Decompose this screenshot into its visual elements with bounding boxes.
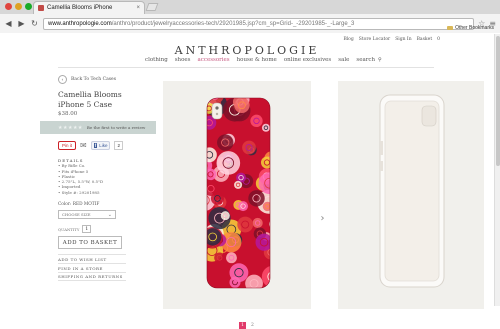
other-bookmarks-label: Other Bookmarks — [455, 25, 494, 31]
back-button[interactable]: ◀ — [4, 19, 13, 28]
tab-title: Camellia Blooms iPhone — [47, 5, 113, 11]
detail-text: Imported — [61, 184, 81, 190]
facebook-like-button[interactable]: f Like — [90, 141, 111, 150]
quantity-label: QUANTITY — [58, 226, 80, 232]
browser-tab[interactable]: Camellia Blooms iPhone × — [33, 1, 145, 14]
detail-text: Plastic — [61, 173, 76, 179]
add-to-basket-button[interactable]: ADD TO BASKET — [58, 236, 122, 249]
product-title: Camellia Blooms iPhone 5 Case — [58, 90, 122, 109]
phone-case-front-image — [206, 97, 271, 289]
facebook-like-label: Like — [99, 143, 108, 148]
back-arrow-icon: ‹ — [58, 75, 67, 84]
site-logo[interactable]: ANTHROPOLOGIE — [0, 44, 494, 57]
reload-button[interactable]: ↻ — [30, 19, 39, 28]
nav-item-house-home[interactable]: house & home — [237, 57, 277, 63]
favicon-icon — [38, 5, 44, 11]
nav-item-shoes[interactable]: shoes — [175, 57, 191, 63]
detail-text: Fits iPhone 5 — [61, 168, 89, 174]
window-controls — [5, 3, 32, 10]
nav-item-online-exclusives[interactable]: online exclusives — [284, 57, 331, 63]
web-page: Blog Store Locator Sign In Basket 0 ANTHROPO… — [0, 34, 494, 329]
url-host: www.anthropologie.com — [48, 20, 112, 27]
nav-item-search[interactable]: search — [356, 57, 375, 63]
window-close-button[interactable] — [5, 3, 12, 10]
detail-text: By Rifle Co. — [61, 163, 86, 169]
size-select-value: CHOOSE SIZE — [62, 212, 91, 217]
folder-icon — [447, 26, 454, 30]
product-color: Color: RED MOTIF — [58, 202, 100, 207]
scrollbar-thumb[interactable] — [496, 36, 500, 166]
product-price: $38.00 — [58, 111, 78, 117]
nav-item-sale[interactable]: sale — [338, 57, 349, 63]
main-nav: clothing shoes accessories house & home onli… — [145, 57, 382, 63]
utility-link[interactable]: Sign In — [395, 37, 411, 42]
utility-link[interactable]: Store Locator — [359, 37, 390, 42]
pager-item[interactable]: 1 — [239, 322, 246, 329]
product-details: DETAILS • By Rifle Co. • Fits iPhone 5 • P… — [58, 158, 103, 195]
search-icon[interactable]: ⚲ — [378, 57, 382, 63]
tab-bar: Camellia Blooms iPhone × — [0, 0, 500, 14]
nav-item-accessories[interactable]: accessories — [198, 57, 230, 63]
pager-item[interactable]: 2 — [251, 323, 254, 328]
product-image-front[interactable] — [163, 81, 311, 309]
nav-item-clothing[interactable]: clothing — [145, 57, 168, 63]
image-pager: 12 — [239, 322, 254, 329]
like-count: 2 — [114, 141, 123, 150]
review-prompt[interactable]: Be the first to write a review — [87, 125, 145, 130]
size-select[interactable]: CHOOSE SIZE ⌄ — [58, 210, 116, 219]
detail-text: Style #: 29201985 — [61, 189, 100, 195]
facebook-icon: f — [93, 143, 98, 148]
action-shipping-and-returns[interactable]: SHIPPING AND RETURNS — [58, 272, 126, 281]
other-bookmarks[interactable]: Other Bookmarks — [447, 25, 494, 31]
utility-link[interactable]: 0 — [437, 37, 440, 42]
new-tab-button[interactable] — [145, 3, 159, 11]
back-link-label: Back To Tech Cases — [71, 77, 117, 82]
back-to-tech-cases-link[interactable]: ‹ Back To Tech Cases — [58, 75, 116, 84]
vertical-scrollbar[interactable] — [494, 34, 500, 306]
browser-chrome: Camellia Blooms iPhone × ◀ ▶ ↻ www.anthr… — [0, 0, 500, 33]
pinterest-button[interactable]: Pin it — [58, 141, 77, 150]
review-bar[interactable]: ★★★★★ Be the first to write a review — [40, 121, 156, 134]
forward-button[interactable]: ▶ — [17, 19, 26, 28]
nav-divider — [58, 67, 434, 68]
chevron-down-icon: ⌄ — [107, 211, 112, 218]
product-image-back[interactable] — [338, 81, 484, 309]
product-actions: ADD TO WISH LIST FIND IN A STORE SHIPPING … — [58, 254, 126, 281]
quantity-row: QUANTITY 1 — [58, 225, 92, 233]
rating-stars-icon: ★★★★★ — [58, 124, 83, 131]
browser-toolbar: ◀ ▶ ↻ www.anthropologie.com/anthro/produ… — [0, 14, 500, 33]
utility-nav: Blog Store Locator Sign In Basket 0 — [343, 37, 440, 42]
address-bar[interactable]: www.anthropologie.com/anthro/product/jew… — [43, 17, 475, 30]
phone-case-back-image — [379, 94, 445, 288]
action-add-to-wish-list[interactable]: ADD TO WISH LIST — [58, 254, 126, 263]
window-minimize-button[interactable] — [15, 3, 22, 10]
window-zoom-button[interactable] — [25, 3, 32, 10]
detail-item: • Style #: 29201985 — [58, 190, 103, 195]
quantity-input[interactable]: 1 — [82, 225, 92, 233]
next-image-arrow-icon[interactable]: › — [318, 212, 327, 224]
email-icon[interactable]: ✉ — [80, 141, 87, 150]
action-find-in-a-store[interactable]: FIND IN A STORE — [58, 263, 126, 272]
utility-link[interactable]: Basket — [417, 37, 433, 42]
utility-link[interactable]: Blog — [343, 37, 353, 42]
tab-close-icon[interactable]: × — [136, 5, 140, 11]
detail-text: 2.75"L, 5.5"W, 0.5"D — [61, 179, 104, 185]
share-row: Pin it ✉ f Like 2 — [58, 141, 123, 150]
url-path: /anthro/product/jewelryaccessories-tech/… — [111, 20, 355, 27]
